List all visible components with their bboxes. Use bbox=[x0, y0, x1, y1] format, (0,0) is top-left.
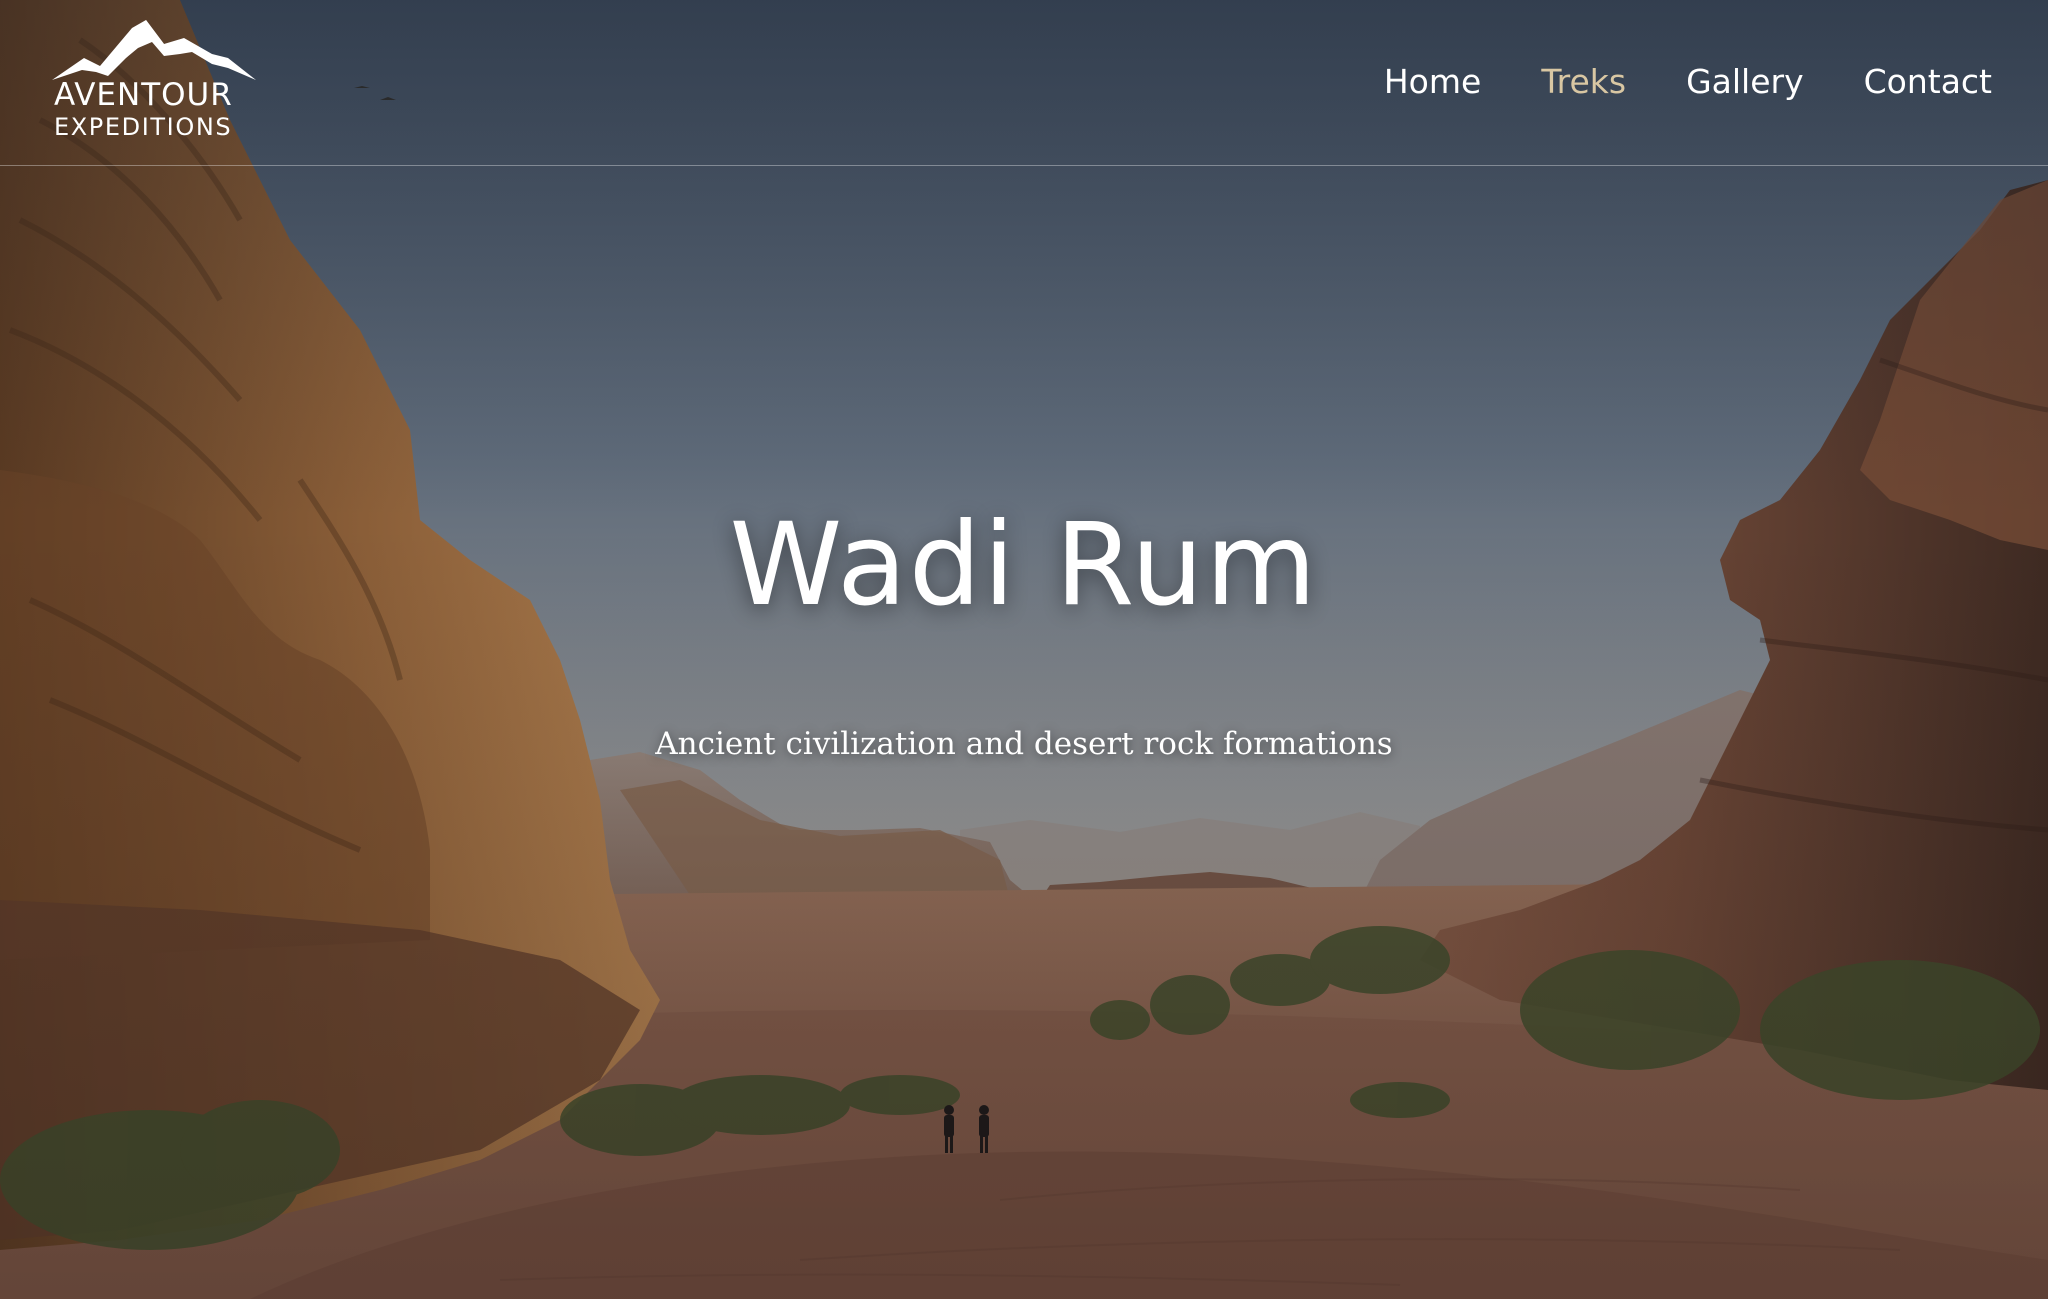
hero-subtitle: Ancient civilization and desert rock for… bbox=[655, 726, 1393, 762]
main-nav: Home Treks Gallery Contact bbox=[1384, 60, 1992, 104]
nav-contact-link[interactable]: Contact bbox=[1864, 60, 1992, 104]
nav-treks-link[interactable]: Treks bbox=[1541, 60, 1626, 104]
brand-tagline: EXPEDITIONS bbox=[54, 113, 233, 141]
hero-background-image bbox=[0, 0, 2048, 1299]
nav-home-link[interactable]: Home bbox=[1384, 60, 1481, 104]
brand-logo[interactable]: AVENTOUR EXPEDITIONS bbox=[52, 18, 262, 146]
birds-decoration bbox=[354, 86, 396, 100]
mountain-icon bbox=[52, 20, 256, 80]
nav-gallery-link[interactable]: Gallery bbox=[1686, 60, 1804, 104]
hero-title: Wadi Rum bbox=[729, 498, 1319, 631]
page: AVENTOUR EXPEDITIONS Home Treks Gallery … bbox=[0, 0, 2048, 1299]
site-header: AVENTOUR EXPEDITIONS Home Treks Gallery … bbox=[0, 0, 2048, 166]
brand-name: AVENTOUR bbox=[54, 77, 233, 113]
